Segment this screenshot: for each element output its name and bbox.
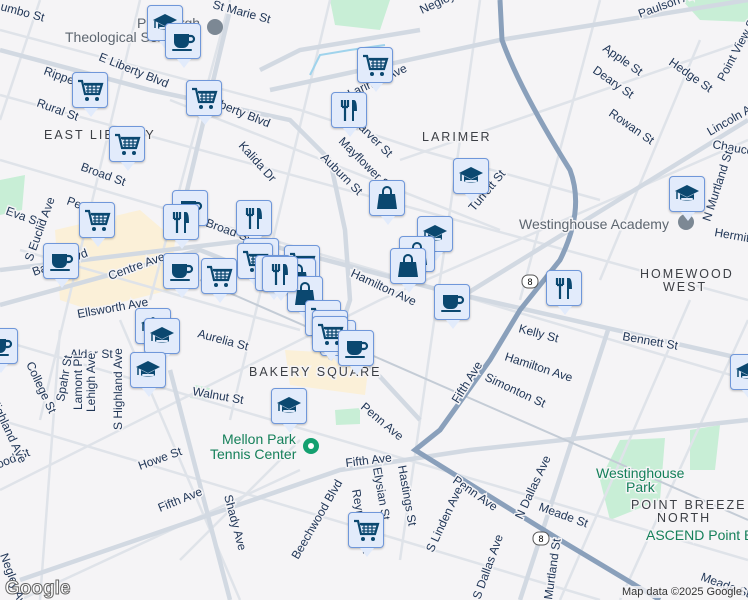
shopping-cart-icon — [192, 87, 218, 109]
street-label: Beechwood Blvd — [288, 477, 345, 561]
marker-coffee[interactable] — [434, 284, 470, 329]
shopping-cart-icon — [115, 133, 141, 155]
marker-coffee[interactable] — [163, 253, 199, 298]
street-label: Lehigh Ave — [84, 353, 98, 412]
street-label: Aurelia St — [196, 326, 251, 353]
marker-grad[interactable] — [271, 388, 307, 433]
graduation-cap-icon — [459, 167, 483, 183]
marker-cart[interactable] — [348, 512, 384, 557]
street-label: Point View St — [714, 13, 748, 83]
coffee-cup-icon — [172, 34, 196, 51]
route-8-shield: 8 — [527, 277, 532, 287]
marker-cart[interactable] — [201, 258, 237, 303]
marker-cart[interactable] — [109, 126, 145, 171]
shopping-cart-icon — [363, 54, 389, 76]
graduation-cap-icon — [675, 185, 699, 201]
shopping-cart-icon — [78, 79, 104, 101]
coffee-cup-icon — [441, 295, 465, 312]
street-label: Hamilton Ave — [503, 350, 575, 385]
marker-grad[interactable] — [669, 176, 705, 221]
neighborhood-label: WEST — [663, 280, 707, 294]
poi-label: Park — [626, 479, 656, 495]
street-label: Lamont Pl — [71, 356, 85, 410]
fork-knife-icon — [271, 264, 288, 285]
marker-food[interactable] — [236, 200, 272, 245]
coffee-cup-icon — [50, 254, 74, 271]
marker-coffee[interactable] — [165, 23, 201, 68]
street-label: Fifth Ave — [449, 358, 486, 405]
marker-cart[interactable] — [357, 47, 393, 92]
fork-knife-icon — [340, 100, 357, 121]
street-label: S Dallas Ave — [470, 532, 506, 600]
street-label: Simonton St — [483, 370, 549, 411]
street-label: Fifth Ave — [345, 450, 393, 470]
coffee-cup-icon — [345, 341, 369, 358]
marker-grad[interactable] — [130, 352, 166, 397]
marker-grad[interactable] — [730, 354, 748, 399]
neighborhood-label: NORTH — [657, 511, 711, 525]
marker-cart[interactable] — [72, 72, 108, 117]
street-label: Penn Ave — [358, 400, 406, 444]
poi-label: Westinghouse Academy — [519, 216, 669, 232]
marker-food[interactable] — [546, 270, 582, 315]
map-attribution[interactable]: Map data ©2025 Google — [619, 586, 744, 598]
coffee-cup-icon — [0, 339, 13, 356]
street-label: Murtland St — [541, 537, 563, 600]
neighborhood-label: HOMEWOOD — [640, 267, 734, 281]
fork-knife-icon — [245, 208, 262, 229]
marker-coffee[interactable] — [43, 243, 79, 288]
marker-food[interactable] — [331, 92, 367, 137]
graduation-cap-icon — [150, 327, 174, 343]
marker-cart[interactable] — [186, 80, 222, 125]
street-label: Negley Ave — [417, 0, 478, 17]
coffee-cup-icon — [170, 264, 194, 281]
shopping-cart-icon — [354, 519, 380, 541]
fork-knife-icon — [555, 278, 572, 299]
shopping-bag-icon — [398, 254, 418, 277]
poi-label: Tennis Center — [210, 446, 297, 462]
marker-bag[interactable] — [369, 180, 405, 225]
neighborhood-label: LARIMER — [422, 130, 492, 144]
shopping-bag-icon — [377, 186, 397, 209]
marker-food[interactable] — [262, 256, 298, 301]
poi-label: Mellon Park — [222, 431, 297, 447]
marker-cart[interactable] — [79, 202, 115, 247]
street-label: Fifth Ave — [156, 484, 205, 515]
street-label: S Linden Ave — [423, 484, 466, 554]
graduation-cap-icon — [136, 361, 160, 377]
street-label: Rowan St — [606, 106, 657, 148]
marker-food[interactable] — [163, 204, 199, 249]
street-label: S Highland Ave — [111, 348, 125, 430]
marker-coffee[interactable] — [0, 328, 18, 373]
graduation-cap-icon — [277, 397, 301, 413]
marker-grad[interactable] — [453, 158, 489, 203]
street-label: Kelly St — [517, 321, 561, 345]
shopping-cart-icon — [85, 209, 111, 231]
marker-grad[interactable] — [144, 318, 180, 363]
fork-knife-icon — [172, 212, 189, 233]
graduation-cap-icon — [736, 363, 748, 379]
street-label: Bennett St — [621, 329, 679, 353]
street-label: Hermitage St — [713, 225, 748, 251]
poi-label: ASCEND Point Breeze — [646, 527, 748, 543]
shopping-cart-icon — [207, 265, 233, 287]
route-8-shield: 8 — [538, 534, 543, 544]
street-label: College St — [23, 359, 59, 416]
neighborhood-label: POINT BREEZE — [631, 498, 746, 512]
marker-coffee[interactable] — [338, 330, 374, 375]
street-label: Hastings St — [395, 464, 420, 528]
marker-bag[interactable] — [390, 248, 426, 293]
google-logo[interactable]: Google — [4, 578, 70, 600]
